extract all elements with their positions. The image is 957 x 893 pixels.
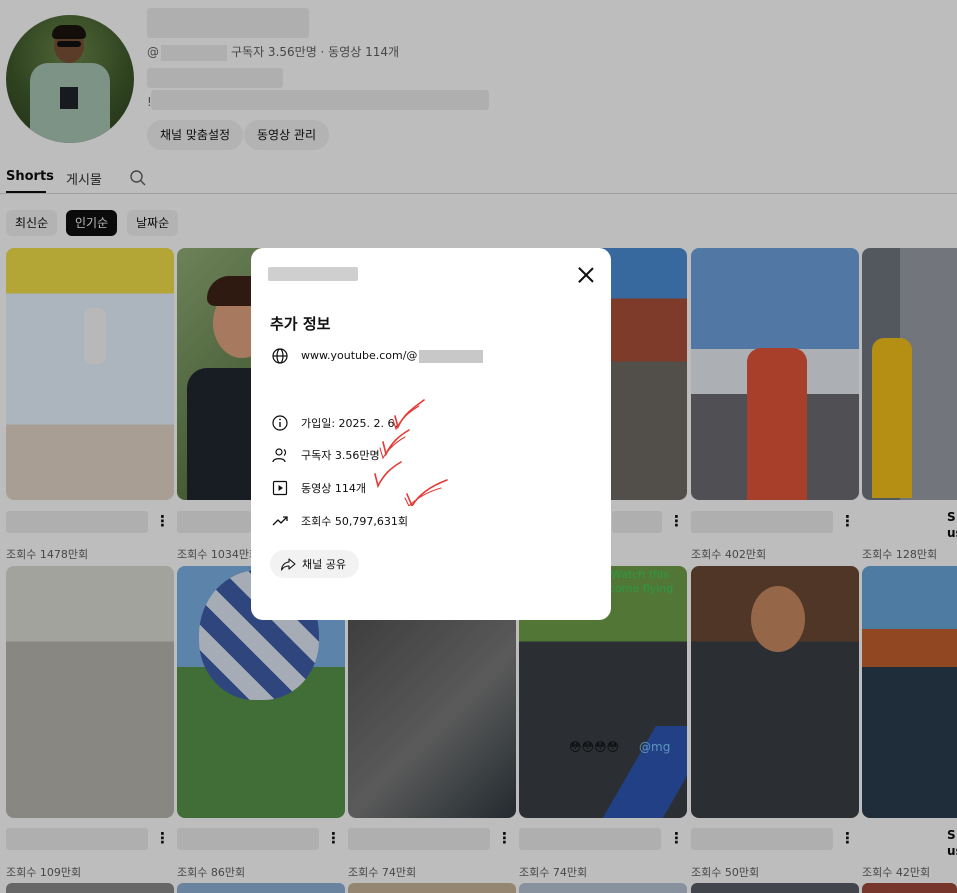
play-icon (272, 480, 288, 496)
close-icon[interactable] (577, 266, 595, 284)
trending-icon (272, 516, 288, 526)
video-count: 동영상 114개 (301, 482, 366, 495)
videos-row: 동영상 114개 (271, 479, 366, 497)
dialog-title: 추가 정보 (270, 315, 331, 333)
subscribers-row: 구독자 3.56만명 (271, 446, 380, 464)
share-channel-label: 채널 공유 (302, 558, 346, 571)
dialog-channel-name-redacted (268, 267, 358, 281)
channel-url-redacted (419, 349, 484, 363)
total-views: 조회수 50,797,631회 (301, 515, 408, 528)
globe-icon (272, 348, 288, 364)
annotation-checkmarks (374, 399, 448, 506)
share-channel-button[interactable]: 채널 공유 (270, 550, 359, 578)
channel-url-text: www.youtube.com/@ (301, 349, 418, 363)
channel-url-row: www.youtube.com/@ (271, 347, 484, 365)
share-icon (280, 558, 296, 571)
info-icon (272, 415, 288, 431)
channel-url-link[interactable]: www.youtube.com/@ (301, 349, 484, 363)
subscriber-count: 구독자 3.56만명 (301, 449, 380, 462)
person-icon (272, 448, 287, 463)
channel-page: @ 구독자 3.56만명 · 동영상 114개 ! 채널 맞춤설정 동영상 관리 … (0, 0, 957, 893)
about-channel-dialog: 추가 정보 www.youtube.com/@ 가입일: 2025. 2. 6. (251, 248, 611, 620)
views-row: 조회수 50,797,631회 (271, 512, 408, 530)
